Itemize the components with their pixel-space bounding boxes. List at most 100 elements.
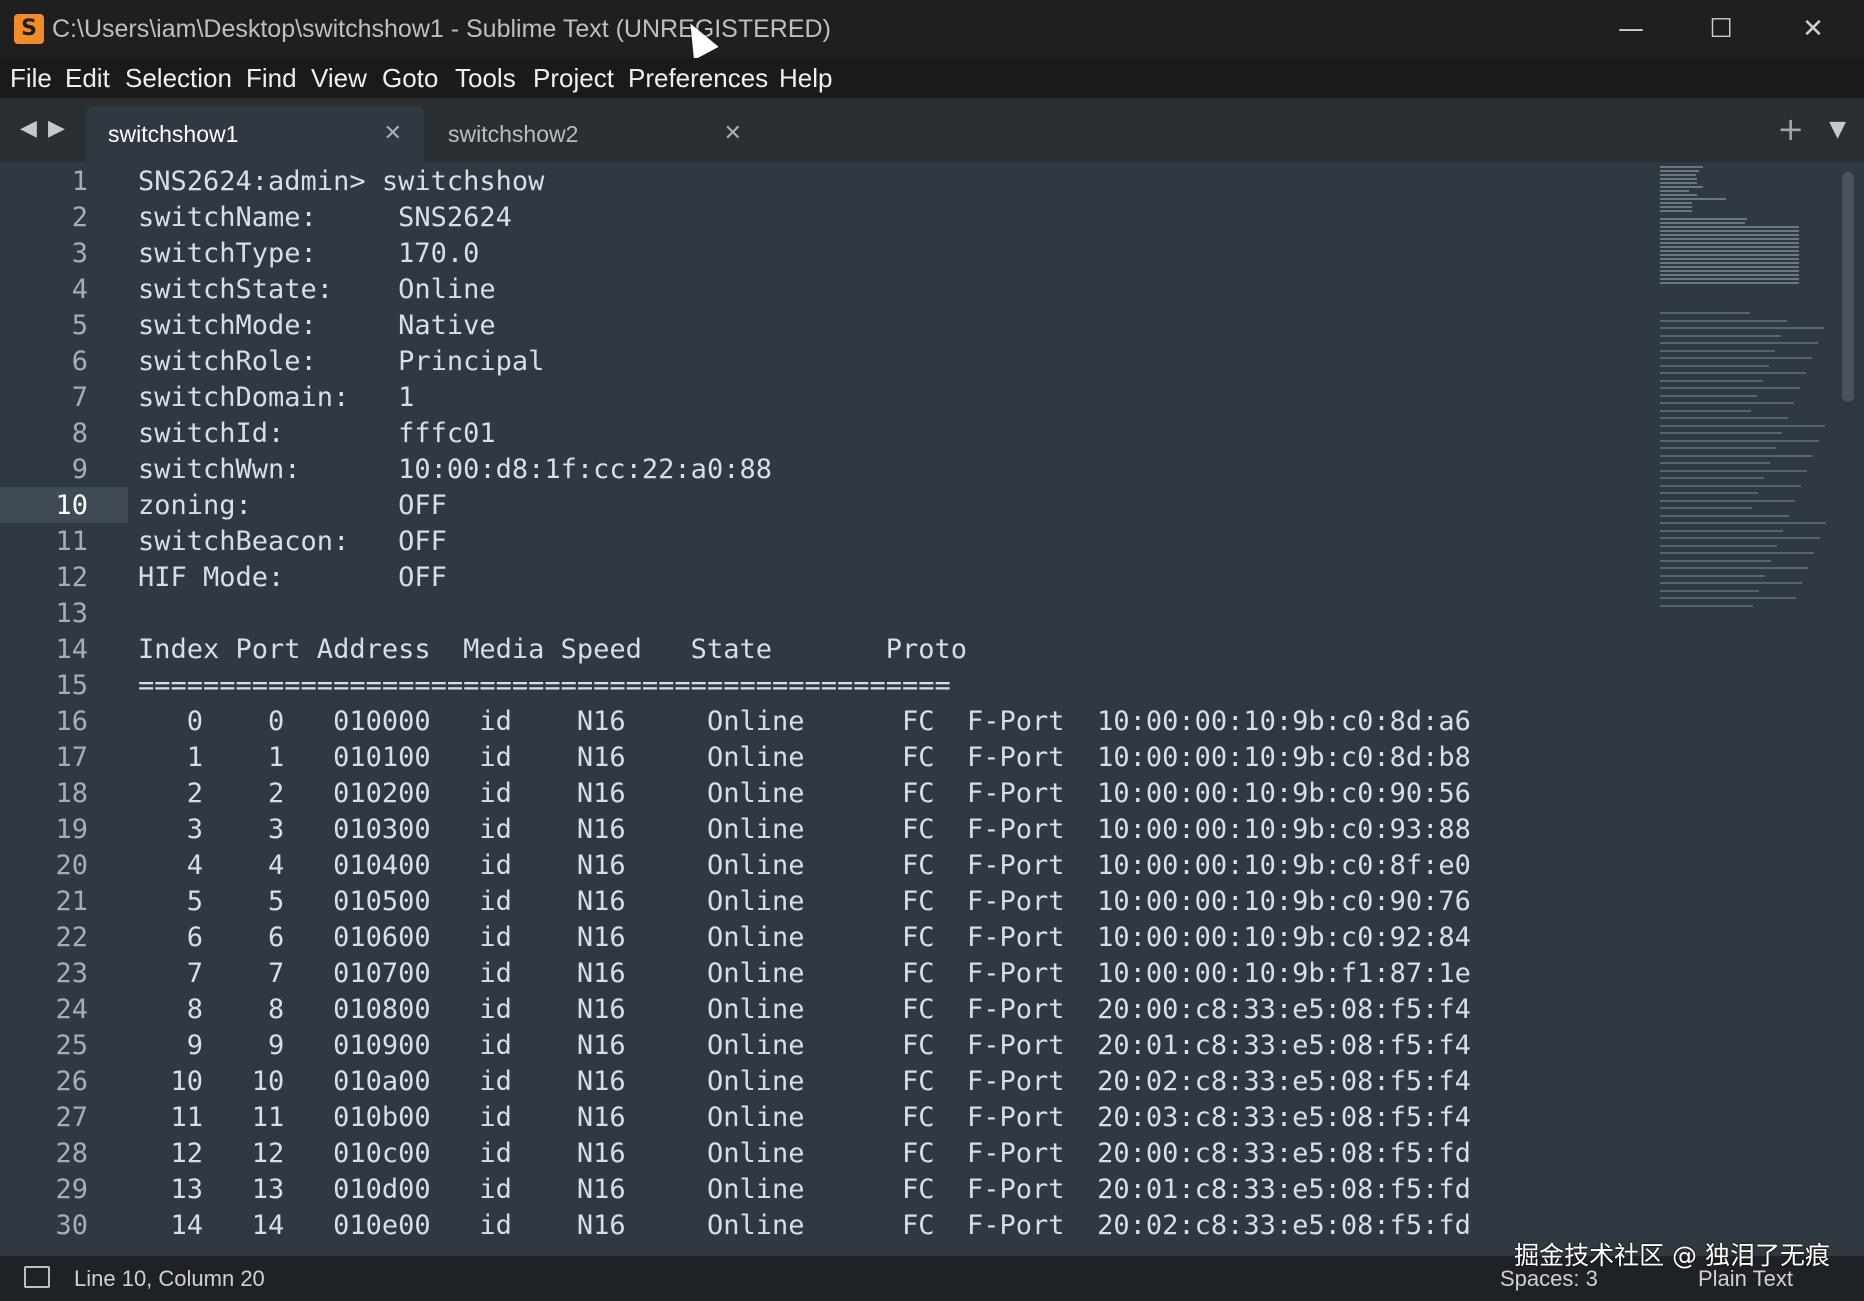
minimap-line: [1660, 567, 1808, 569]
code-text[interactable]: SNS2624:admin> switchshow switchName: SNS…: [138, 162, 1638, 1256]
minimap-line: [1660, 492, 1758, 494]
tab-menu-icon[interactable]: ▼: [1829, 116, 1846, 144]
editor-area[interactable]: 1 2 3 4 5 6 7 8 9 10 11 12 13 14 15 16 17 18 19 20 21 22 23 24 2…: [0, 162, 1864, 1256]
minimap-line: [1660, 559, 1771, 562]
code-line[interactable]: 13 13 010d00 id N16 Online FC F-Port 20:…: [138, 1172, 1471, 1208]
tab-switchshow1[interactable]: switchshow1 ✕: [86, 106, 424, 162]
minimap-line: [1660, 372, 1806, 374]
minimap-line: [1660, 262, 1800, 264]
minimap[interactable]: [1658, 162, 1834, 622]
minimap-line: [1660, 544, 1777, 547]
code-line[interactable]: 11 11 010b00 id N16 Online FC F-Port 20:…: [138, 1100, 1471, 1136]
code-line[interactable]: switchBeacon: OFF: [138, 524, 447, 560]
line-number: 22: [55, 922, 88, 953]
code-line[interactable]: HIF Mode: OFF: [138, 560, 447, 596]
code-line[interactable]: switchId: fffc01: [138, 416, 496, 452]
menu-project[interactable]: Project: [533, 58, 614, 98]
tab-label: switchshow1: [108, 121, 239, 147]
code-line[interactable]: 3 3 010300 id N16 Online FC F-Port 10:00…: [138, 812, 1471, 848]
code-line[interactable]: SNS2624:admin> switchshow: [138, 164, 544, 200]
menu-bar: File Edit Selection Find View Goto Tools…: [0, 58, 1864, 98]
tab-switchshow2[interactable]: switchshow2 ✕: [426, 106, 764, 162]
minimap-line: [1660, 552, 1814, 554]
menu-file[interactable]: File: [10, 58, 52, 98]
minimize-button[interactable]: —: [1596, 8, 1666, 50]
title-bar[interactable]: S C:\Users\iam\Desktop\switchshow1 - Sub…: [0, 0, 1864, 61]
code-line[interactable]: 14 14 010e00 id N16 Online FC F-Port 20:…: [138, 1208, 1471, 1244]
code-line[interactable]: switchRole: Principal: [138, 344, 544, 380]
minimap-line: [1660, 589, 1759, 592]
minimap-line: [1660, 357, 1812, 359]
minimap-line: [1660, 469, 1807, 472]
code-line[interactable]: switchWwn: 10:00:d8:1f:cc:22:a0:88: [138, 452, 772, 488]
line-number-gutter: 1 2 3 4 5 6 7 8 9 10 11 12 13 14 15 16 17 18 19 20 21 22 23 24 2…: [0, 162, 128, 1256]
close-button[interactable]: ✕: [1778, 8, 1848, 50]
menu-help[interactable]: Help: [779, 58, 832, 98]
line-number: 10: [55, 490, 88, 521]
code-line[interactable]: switchMode: Native: [138, 308, 496, 344]
menu-view[interactable]: View: [311, 58, 367, 98]
code-line[interactable]: switchType: 170.0: [138, 236, 479, 272]
code-line[interactable]: 12 12 010c00 id N16 Online FC F-Port 20:…: [138, 1136, 1471, 1172]
code-line[interactable]: 5 5 010500 id N16 Online FC F-Port 10:00…: [138, 884, 1471, 920]
menu-find[interactable]: Find: [246, 58, 297, 98]
minimap-line: [1660, 394, 1757, 397]
minimap-line: [1660, 274, 1800, 276]
line-number: 19: [55, 814, 88, 845]
menu-edit[interactable]: Edit: [65, 58, 110, 98]
code-line[interactable]: Index Port Address Media Speed State Pro…: [138, 632, 967, 668]
minimap-line: [1660, 198, 1727, 200]
menu-preferences[interactable]: Preferences: [628, 58, 768, 98]
code-line[interactable]: 0 0 010000 id N16 Online FC F-Port 10:00…: [138, 704, 1471, 740]
maximize-button[interactable]: ☐: [1686, 8, 1756, 50]
code-line[interactable]: 4 4 010400 id N16 Online FC F-Port 10:00…: [138, 848, 1471, 884]
tab-close-icon[interactable]: ✕: [384, 120, 402, 148]
cursor-position[interactable]: Line 10, Column 20: [74, 1256, 265, 1301]
code-line[interactable]: 1 1 010100 id N16 Online FC F-Port 10:00…: [138, 740, 1471, 776]
tab-nav-right-icon[interactable]: ▶: [48, 114, 65, 144]
minimap-line: [1660, 206, 1693, 208]
line-number: 25: [55, 1030, 88, 1061]
minimap-line: [1660, 266, 1800, 268]
menu-goto[interactable]: Goto: [382, 58, 438, 98]
line-number: 12: [55, 562, 88, 593]
menu-tools[interactable]: Tools: [455, 58, 516, 98]
minimap-line: [1660, 242, 1800, 244]
code-line[interactable]: 2 2 010200 id N16 Online FC F-Port 10:00…: [138, 776, 1471, 812]
code-line[interactable]: 8 8 010800 id N16 Online FC F-Port 20:00…: [138, 992, 1471, 1028]
tab-close-icon[interactable]: ✕: [724, 120, 742, 148]
line-number: 20: [55, 850, 88, 881]
new-tab-icon[interactable]: +: [1777, 112, 1804, 146]
minimap-line: [1660, 254, 1800, 256]
code-line[interactable]: 9 9 010900 id N16 Online FC F-Port 20:01…: [138, 1028, 1471, 1064]
vertical-scrollbar[interactable]: [1836, 172, 1864, 1252]
line-number: 26: [55, 1066, 88, 1097]
code-line[interactable]: switchState: Online: [138, 272, 496, 308]
line-number: 3: [71, 238, 88, 269]
panel-toggle-icon[interactable]: [24, 1266, 50, 1288]
line-number: 8: [71, 418, 88, 449]
tab-nav-left-icon[interactable]: ◀: [20, 114, 37, 144]
code-line[interactable]: 10 10 010a00 id N16 Online FC F-Port 20:…: [138, 1064, 1471, 1100]
line-number: 17: [55, 742, 88, 773]
code-line[interactable]: switchDomain: 1: [138, 380, 414, 416]
code-line[interactable]: ========================================…: [138, 668, 951, 704]
minimap-line: [1660, 597, 1796, 599]
minimap-line: [1660, 222, 1745, 224]
minimap-line: [1660, 507, 1752, 509]
code-line[interactable]: 6 6 010600 id N16 Online FC F-Port 10:00…: [138, 920, 1471, 956]
code-line[interactable]: 7 7 010700 id N16 Online FC F-Port 10:00…: [138, 956, 1471, 992]
minimap-line: [1660, 529, 1783, 532]
scrollbar-thumb[interactable]: [1842, 172, 1854, 402]
menu-selection[interactable]: Selection: [125, 58, 232, 98]
code-line[interactable]: zoning: OFF: [138, 488, 447, 524]
sublime-text-icon: S: [14, 14, 44, 44]
minimap-line: [1660, 178, 1698, 180]
minimap-line: [1660, 170, 1700, 172]
minimap-line: [1660, 278, 1800, 280]
minimap-line: [1660, 194, 1698, 196]
minimap-line: [1660, 327, 1824, 329]
minimap-line: [1660, 379, 1763, 382]
code-line[interactable]: switchName: SNS2624: [138, 200, 512, 236]
minimap-line: [1660, 246, 1800, 248]
